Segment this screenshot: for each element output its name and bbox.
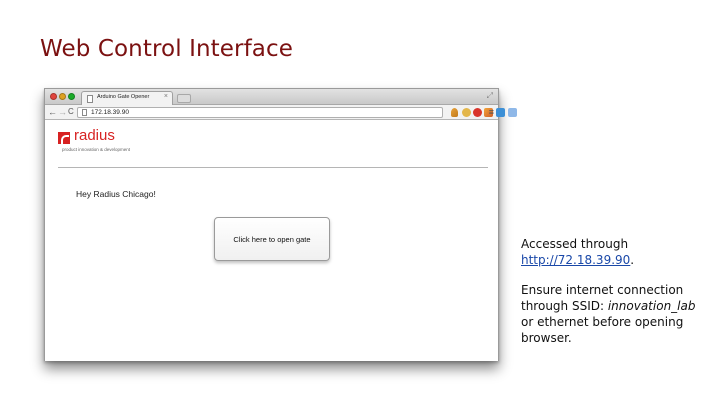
browser-tab[interactable]: Arduino Gate Opener × xyxy=(81,91,173,105)
radius-logo-icon xyxy=(58,132,70,145)
extension-icon[interactable] xyxy=(473,108,482,117)
access-note: Accessed through http://72.18.39.90. xyxy=(521,236,711,268)
access-link[interactable]: http://72.18.39.90 xyxy=(521,253,630,267)
extension-icon[interactable] xyxy=(508,108,517,117)
browser-window: Arduino Gate Opener × ⤢ ← → C 172.18.39.… xyxy=(44,88,517,361)
greeting-text: Hey Radius Chicago! xyxy=(76,189,156,199)
browser-toolbar: ← → C 172.18.39.90 ≡ xyxy=(45,105,517,120)
tab-strip: Arduino Gate Opener × ⤢ xyxy=(45,89,498,105)
page-content: radius product innovation & development … xyxy=(45,121,498,361)
tab-close-icon[interactable]: × xyxy=(164,93,168,100)
slide-title: Web Control Interface xyxy=(40,36,293,62)
extension-icon[interactable] xyxy=(462,108,471,117)
page-icon xyxy=(87,95,93,103)
browser-menu-icon[interactable]: ≡ xyxy=(489,107,494,117)
page-icon xyxy=(82,109,87,116)
access-note-suffix: . xyxy=(630,253,635,267)
address-bar[interactable]: 172.18.39.90 xyxy=(77,107,443,118)
access-note-text: Accessed through xyxy=(521,237,629,251)
fullscreen-icon[interactable]: ⤢ xyxy=(487,91,493,101)
maximize-window-icon[interactable] xyxy=(68,93,75,100)
divider xyxy=(58,167,488,168)
close-window-icon[interactable] xyxy=(50,93,57,100)
tab-title: Arduino Gate Opener xyxy=(97,94,150,100)
new-tab-button[interactable] xyxy=(177,94,191,103)
back-arrow-icon[interactable]: ← xyxy=(48,106,57,118)
connection-note-suffix: or ethernet before opening browser. xyxy=(521,315,684,345)
forward-arrow-icon[interactable]: → xyxy=(58,106,67,118)
logo-name: radius xyxy=(74,127,115,144)
ssid-name: innovation_lab xyxy=(607,299,696,313)
reload-icon[interactable]: C xyxy=(68,106,74,118)
minimize-window-icon[interactable] xyxy=(59,93,66,100)
extension-icon[interactable] xyxy=(451,108,458,117)
url-text[interactable]: 172.18.39.90 xyxy=(91,109,129,116)
extension-icon[interactable] xyxy=(496,108,505,117)
connection-note: Ensure internet connection through SSID:… xyxy=(521,282,711,346)
open-gate-button[interactable]: Click here to open gate xyxy=(214,217,330,261)
logo-tagline: product innovation & development xyxy=(62,147,131,152)
side-notes: Accessed through http://72.18.39.90. Ens… xyxy=(521,236,711,360)
